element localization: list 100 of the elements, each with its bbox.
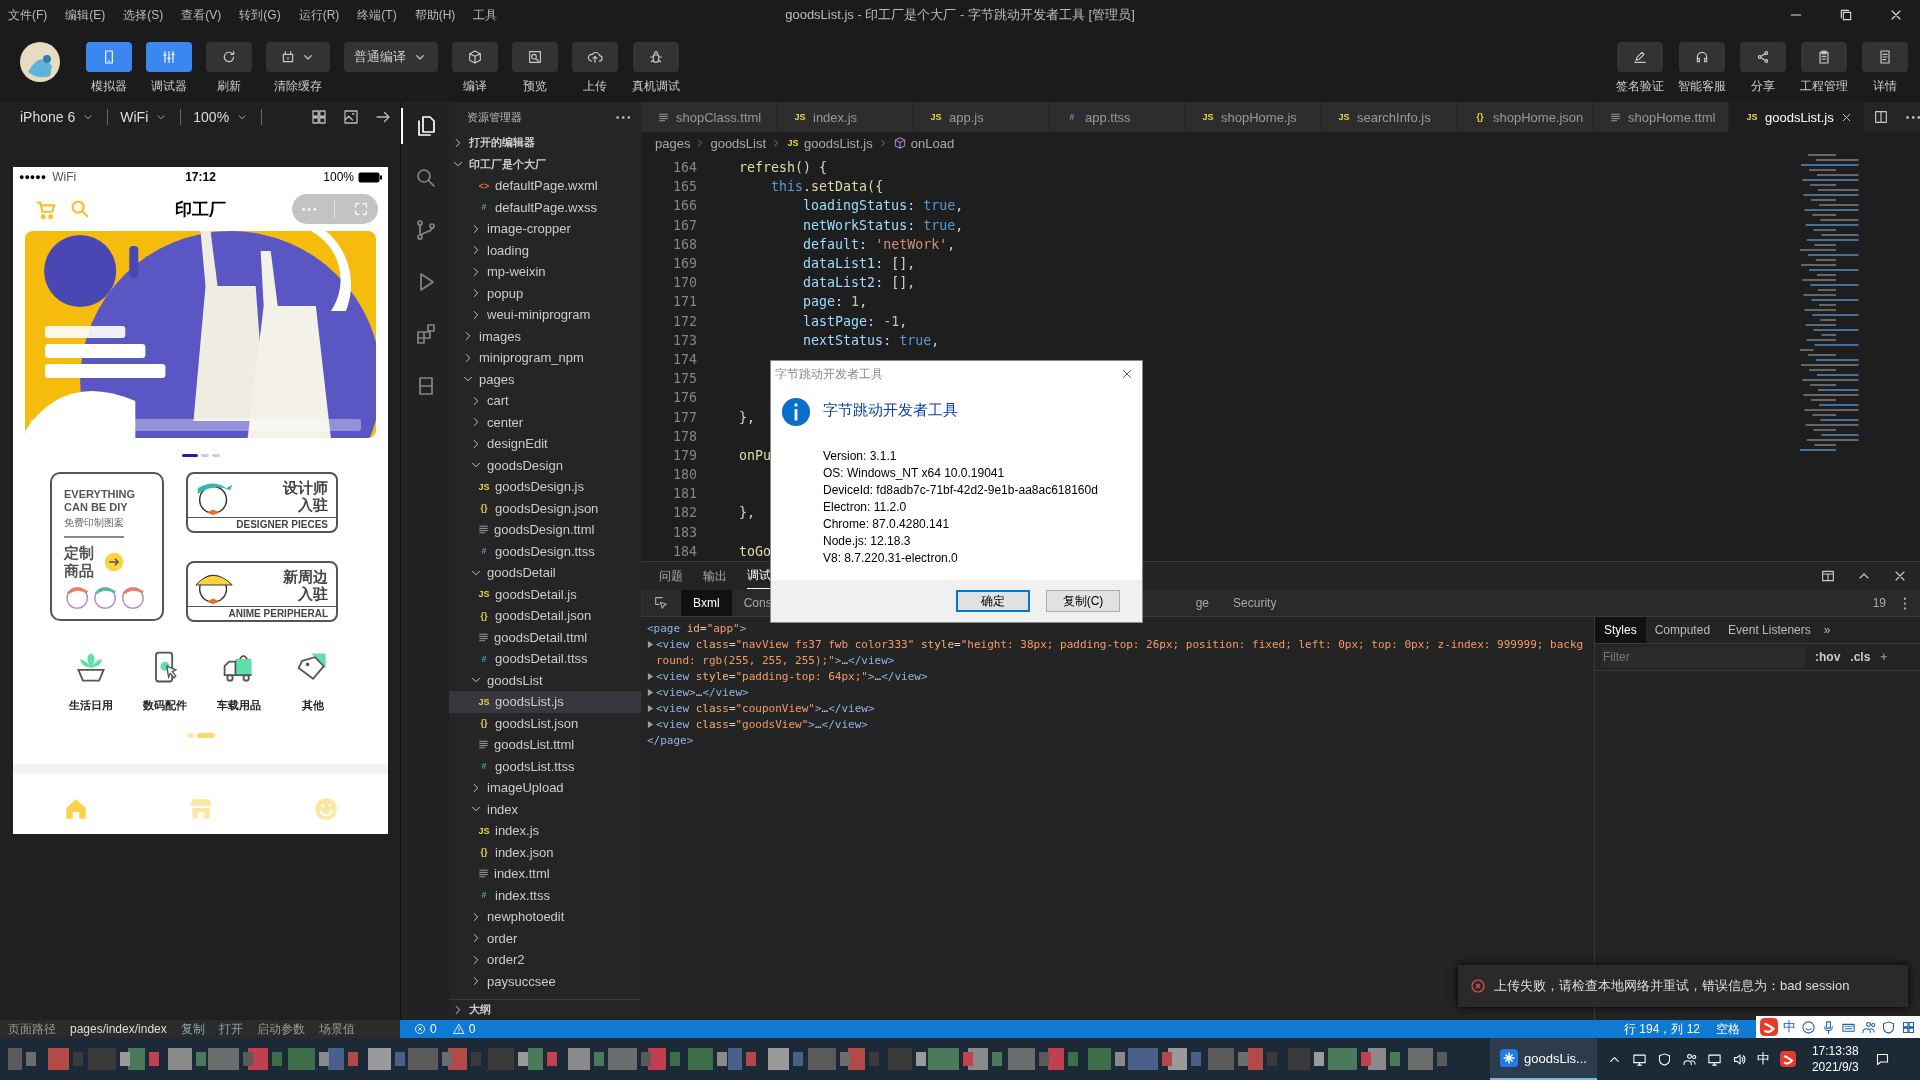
file-item[interactable]: index.ttml [449, 863, 641, 885]
section-header[interactable]: 印工厂是个大厂 [449, 153, 641, 175]
filter-field[interactable]: Filter [1601, 647, 1805, 667]
shield-icon[interactable] [1881, 1019, 1896, 1035]
file-item[interactable]: {} goodsList.json [449, 712, 641, 734]
toolbar-button[interactable] [206, 42, 252, 72]
expand-triangle-icon[interactable] [647, 641, 654, 648]
dom-node-line[interactable]: </page> [647, 733, 1588, 749]
folder-item[interactable]: images [449, 325, 641, 347]
ime-logo-icon[interactable] [1779, 1051, 1796, 1067]
toolbar-button[interactable] [452, 42, 498, 72]
status-link[interactable]: 启动参数 [256, 1020, 305, 1038]
clock-date[interactable]: 2021/9/3 [1811, 1059, 1859, 1075]
editor-tab[interactable]: shopClass.ttml [641, 102, 777, 132]
folder-item[interactable]: image-cropper [449, 218, 641, 240]
file-item[interactable]: goodsDetail.ttml [449, 626, 641, 648]
file-item[interactable]: # goodsDesign.ttss [449, 540, 641, 562]
search-icon[interactable] [414, 166, 438, 190]
device-select[interactable]: iPhone 6 [20, 109, 76, 125]
status-link[interactable]: 场景值 [318, 1020, 355, 1038]
editor-tab[interactable]: JS searchInfo.js [1321, 102, 1457, 132]
network-icon[interactable] [1706, 1051, 1722, 1067]
folder-item[interactable]: imageUpload [449, 777, 641, 799]
folder-item[interactable]: order [449, 927, 641, 949]
hov-toggle[interactable]: :hov [1815, 650, 1841, 664]
breadcrumb-item[interactable]: goodsList [710, 135, 767, 151]
people-icon[interactable] [1861, 1019, 1876, 1035]
dom-node-line[interactable]: <view style="padding-top: 64px;">…</view> [656, 669, 1588, 685]
menu-item[interactable]: 转到(G) [239, 6, 281, 24]
file-item[interactable]: JS goodsDetail.js [449, 583, 641, 605]
file-item[interactable]: <> defaultPage.wxml [449, 175, 641, 197]
dom-node-line[interactable]: <view class="goodsView">…</view> [656, 717, 1588, 733]
panel-tab[interactable]: 问题 [659, 563, 683, 589]
dialog-button[interactable]: 复制(C) [1046, 590, 1120, 612]
toolbar-button[interactable] [1679, 42, 1725, 72]
cls-toggle[interactable]: .cls [1850, 650, 1871, 664]
monitor-icon[interactable] [1631, 1051, 1647, 1067]
folder-item[interactable]: goodsDesign [449, 454, 641, 476]
breadcrumb-item[interactable]: JS goodsList.js [786, 135, 873, 151]
folder-item[interactable]: loading [449, 239, 641, 261]
smile-icon[interactable] [1801, 1019, 1816, 1035]
styles-tab[interactable]: Computed [1645, 617, 1720, 643]
folder-item[interactable]: newphotoedit [449, 906, 641, 928]
editor-tab[interactable]: shopHome.ttml [1593, 102, 1729, 132]
dom-node-line[interactable]: <view>…</view> [656, 685, 1588, 701]
dom-node-line[interactable]: <page id="app"> [647, 621, 1588, 637]
file-item[interactable]: JS goodsList.js [449, 691, 641, 713]
branch-icon[interactable] [414, 218, 438, 242]
menu-item[interactable]: 查看(V) [181, 6, 222, 24]
file-item[interactable]: {} index.json [449, 841, 641, 863]
folder-item[interactable]: goodsList [449, 669, 641, 691]
dom-node-line[interactable]: <view class="navView fs37 fwb color333" style="height: 38px; padding-top: 26px; position: fixed; left: 0px; top: 0px; z-index: 999999; background: rgb(255, 255, 255);">…</view> [656, 637, 1588, 669]
more-icon[interactable] [1902, 596, 1908, 610]
menu-item[interactable]: 终端(T) [357, 6, 397, 24]
file-item[interactable]: # defaultPage.wxss [449, 196, 641, 218]
toolbar-button[interactable] [1801, 42, 1847, 72]
file-item[interactable]: # goodsDetail.ttss [449, 648, 641, 670]
menu-item[interactable]: 编辑(E) [65, 6, 106, 24]
toolbar-button[interactable] [572, 42, 618, 72]
expand-triangle-icon[interactable] [647, 705, 654, 712]
more-tabs-button[interactable]: » [1819, 623, 1831, 637]
add-rule-button[interactable]: + [1880, 650, 1888, 664]
clock-time[interactable]: 17:13:38 [1811, 1043, 1859, 1059]
restore-icon[interactable] [1838, 7, 1854, 23]
section-header[interactable]: 打开的编辑器 [449, 132, 641, 154]
folder-item[interactable]: index [449, 798, 641, 820]
breadcrumb-item[interactable]: pages [655, 135, 691, 151]
toggle-button[interactable] [146, 42, 192, 72]
folder-item[interactable]: popup [449, 282, 641, 304]
file-item[interactable]: JS index.js [449, 820, 641, 842]
network-select[interactable]: WiFi [120, 109, 149, 125]
file-item[interactable]: goodsDesign.ttml [449, 519, 641, 541]
image-icon[interactable] [342, 108, 360, 126]
breadcrumb-item[interactable]: onLoad [892, 135, 955, 151]
menu-item[interactable]: 运行(R) [298, 6, 340, 24]
menu-item[interactable]: 工具 [473, 6, 498, 24]
ime-mode[interactable]: 中 [1783, 1018, 1796, 1036]
join-card[interactable]: 新周边入驻 ANIME PERIPHERAL [186, 561, 338, 622]
folder-item[interactable]: center [449, 411, 641, 433]
input-language[interactable]: 中 [1756, 1050, 1770, 1068]
folder-item[interactable]: designEdit [449, 433, 641, 455]
dialog-button[interactable]: 确定 [956, 590, 1030, 612]
expand-triangle-icon[interactable] [647, 721, 654, 728]
warning-count[interactable]: 0 [468, 1022, 476, 1036]
dropdown-button[interactable] [266, 42, 330, 72]
folder-item[interactable]: order2 [449, 949, 641, 971]
folder-item[interactable]: cart [449, 390, 641, 412]
editor-tab[interactable]: # app.ttss [1049, 102, 1185, 132]
expand-triangle-icon[interactable] [647, 689, 654, 696]
styles-tab[interactable]: Event Listeners [1719, 617, 1820, 643]
cursor-position[interactable]: 行 194，列 12 [1623, 1020, 1700, 1038]
styles-tab[interactable]: Styles [1595, 617, 1646, 643]
compile-mode-select[interactable]: 普通编译 [344, 42, 438, 72]
status-link[interactable]: 复制 [180, 1020, 205, 1038]
file-item[interactable]: {} goodsDetail.json [449, 605, 641, 627]
close-icon[interactable] [1120, 367, 1134, 381]
toolbar-button[interactable] [512, 42, 558, 72]
panel-tab[interactable]: 输出 [703, 563, 727, 589]
editor-tab[interactable]: JS goodsList.js [1729, 102, 1865, 132]
inspect-icon[interactable] [653, 595, 669, 611]
